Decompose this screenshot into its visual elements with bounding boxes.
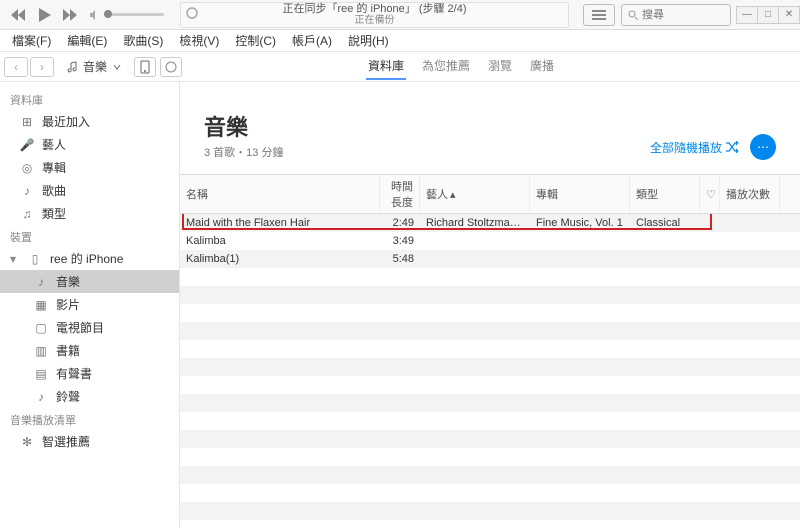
col-love[interactable]: ♡	[700, 175, 720, 213]
sidebar-header-library: 資料庫	[0, 88, 179, 110]
sidebar-header-devices: 裝置	[0, 225, 179, 247]
book-icon: ▥	[34, 344, 48, 358]
note-icon: ♪	[34, 275, 48, 289]
menu-file[interactable]: 檔案(F)	[6, 30, 57, 51]
content-area: 音樂 3 首歌・13 分鐘 全部隨機播放 ⋯ 名稱 時間長度 藝人▴ 專輯 類型…	[180, 82, 800, 528]
sidebar-item-device-tv[interactable]: ▢電視節目	[0, 316, 179, 339]
disclosure-icon: ▾	[10, 252, 16, 266]
library-selector-label: 音樂	[83, 58, 107, 75]
sidebar: 資料庫 ⊞最近加入 🎤藝人 ◎專輯 ♪歌曲 ♫類型 裝置 ▾▯ree 的 iPh…	[0, 82, 180, 528]
sidebar-item-songs[interactable]: ♪歌曲	[0, 179, 179, 202]
status-line1: 正在同步「ree 的 iPhone」 (步驟 2/4)	[283, 3, 467, 15]
table-row[interactable]: Kalimba(1) 5:48	[180, 250, 800, 268]
sidebar-item-recent[interactable]: ⊞最近加入	[0, 110, 179, 133]
tab-browse[interactable]: 瀏覽	[486, 53, 514, 80]
table-row[interactable]: Maid with the Flaxen Hair 2:49 Richard S…	[180, 214, 800, 232]
page-title: 音樂	[204, 110, 283, 142]
table-row[interactable]: Kalimba 3:49	[180, 232, 800, 250]
film-icon: ▦	[34, 298, 48, 312]
view-tabs: 資料庫 為您推薦 瀏覽 廣播	[366, 53, 556, 80]
forward-button[interactable]: ›	[30, 57, 54, 77]
sidebar-item-artists[interactable]: 🎤藝人	[0, 133, 179, 156]
table-header: 名稱 時間長度 藝人▴ 專輯 類型 ♡ 播放次數	[180, 174, 800, 214]
guitar-icon: ♫	[20, 207, 34, 221]
page-subtitle: 3 首歌・13 分鐘	[204, 144, 283, 160]
col-time[interactable]: 時間長度	[380, 175, 420, 213]
mic-icon: 🎤	[20, 138, 34, 152]
close-button[interactable]: ✕	[778, 6, 800, 24]
search-box[interactable]	[621, 4, 731, 26]
menu-account[interactable]: 帳戶(A)	[286, 30, 338, 51]
col-name[interactable]: 名稱	[180, 175, 380, 213]
menu-view[interactable]: 檢視(V)	[173, 30, 225, 51]
sidebar-item-device-music[interactable]: ♪音樂	[0, 270, 179, 293]
playback-controls	[0, 5, 172, 25]
note-icon: ♪	[20, 184, 34, 198]
chevron-down-icon	[113, 63, 121, 71]
minimize-button[interactable]: —	[736, 6, 758, 24]
tab-foryou[interactable]: 為您推薦	[420, 53, 472, 80]
col-album[interactable]: 專輯	[530, 175, 630, 213]
table-body[interactable]: Maid with the Flaxen Hair 2:49 Richard S…	[180, 214, 800, 528]
back-button[interactable]: ‹	[4, 57, 28, 77]
window-controls: — □ ✕	[737, 6, 800, 24]
music-note-icon	[67, 61, 79, 73]
maximize-button[interactable]: □	[757, 6, 779, 24]
speaker-icon	[90, 10, 100, 20]
sidebar-item-device-books[interactable]: ▥書籍	[0, 339, 179, 362]
sidebar-item-device-ringtones[interactable]: ♪鈴聲	[0, 385, 179, 408]
menu-bar: 檔案(F) 編輯(E) 歌曲(S) 檢視(V) 控制(C) 帳戶(A) 說明(H…	[0, 30, 800, 52]
next-button[interactable]	[60, 5, 80, 25]
menu-song[interactable]: 歌曲(S)	[117, 30, 169, 51]
disc-icon: ◎	[20, 161, 34, 175]
search-input[interactable]	[642, 9, 722, 21]
audiobook-icon: ▤	[34, 367, 48, 381]
menu-help[interactable]: 說明(H)	[342, 30, 395, 51]
sidebar-item-device[interactable]: ▾▯ree 的 iPhone	[0, 247, 179, 270]
eject-button[interactable]	[160, 57, 182, 77]
sidebar-item-device-movies[interactable]: ▦影片	[0, 293, 179, 316]
clock-plus-icon: ⊞	[20, 115, 34, 129]
shuffle-icon	[726, 141, 740, 153]
content-header: 音樂 3 首歌・13 分鐘 全部隨機播放 ⋯	[180, 82, 800, 174]
phone-icon: ▯	[28, 252, 42, 266]
prev-button[interactable]	[8, 5, 28, 25]
volume-slider[interactable]	[90, 10, 164, 20]
status-line2: 正在備份	[283, 15, 467, 26]
tab-radio[interactable]: 廣播	[528, 53, 556, 80]
sidebar-item-genius[interactable]: ✻智選推薦	[0, 430, 179, 453]
col-plays[interactable]: 播放次數	[720, 175, 780, 213]
col-artist[interactable]: 藝人▴	[420, 175, 530, 213]
play-button[interactable]	[34, 5, 54, 25]
top-bar: 正在同步「ree 的 iPhone」 (步驟 2/4) 正在備份 — □ ✕	[0, 0, 800, 30]
shuffle-all-button[interactable]: 全部隨機播放	[650, 139, 740, 156]
sidebar-item-albums[interactable]: ◎專輯	[0, 156, 179, 179]
sidebar-item-genres[interactable]: ♫類型	[0, 202, 179, 225]
bell-icon: ♪	[34, 390, 48, 404]
sort-asc-icon: ▴	[450, 188, 456, 201]
more-actions-button[interactable]: ⋯	[750, 134, 776, 160]
search-icon	[628, 10, 638, 20]
status-panel: 正在同步「ree 的 iPhone」 (步驟 2/4) 正在備份	[180, 2, 569, 28]
library-selector[interactable]: 音樂	[60, 55, 126, 78]
tab-library[interactable]: 資料庫	[366, 53, 406, 80]
sidebar-item-device-audiobooks[interactable]: ▤有聲書	[0, 362, 179, 385]
menu-edit[interactable]: 編輯(E)	[61, 30, 113, 51]
gear-icon: ✻	[20, 435, 34, 449]
col-genre[interactable]: 類型	[630, 175, 700, 213]
sync-icon	[185, 6, 199, 23]
toolbar: ‹ › 音樂 資料庫 為您推薦 瀏覽 廣播	[0, 52, 800, 82]
device-button[interactable]	[134, 57, 156, 77]
sidebar-header-playlists: 音樂播放清單	[0, 408, 179, 430]
list-view-button[interactable]	[583, 4, 615, 26]
tv-icon: ▢	[34, 321, 48, 335]
menu-control[interactable]: 控制(C)	[229, 30, 282, 51]
